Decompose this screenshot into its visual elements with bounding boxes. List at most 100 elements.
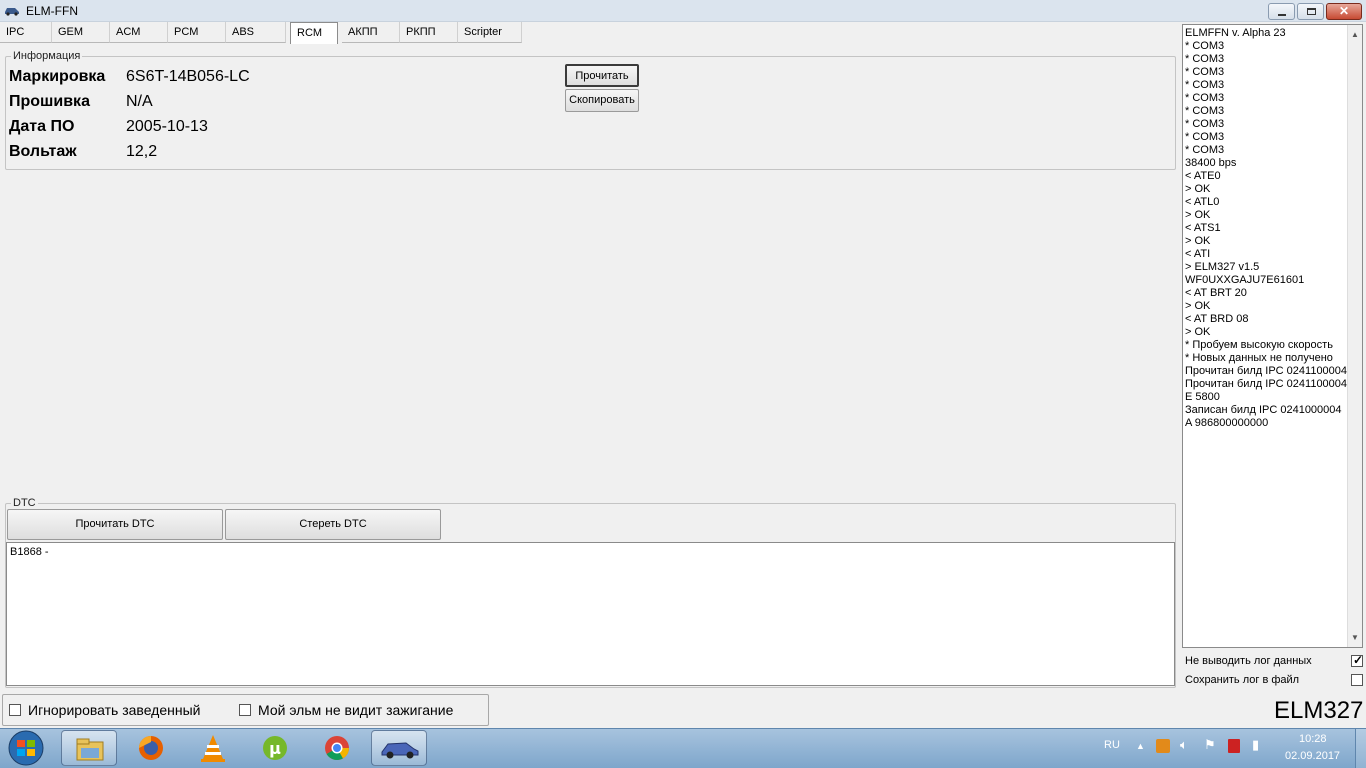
- sw-date-value: 2005-10-13: [126, 118, 208, 135]
- taskbar-firefox[interactable]: [123, 730, 179, 766]
- log-line: 38400 bps: [1185, 157, 1237, 169]
- log-line: < AT BRT 20: [1185, 287, 1247, 299]
- log-line: > OK: [1185, 326, 1211, 338]
- log-textarea[interactable]: ELMFFN v. Alpha 23 * COM3 * COM3 * COM3 …: [1182, 24, 1363, 648]
- tab-rcm[interactable]: RCM: [290, 22, 338, 44]
- log-line: * COM3: [1185, 79, 1225, 91]
- log-line: * COM3: [1185, 131, 1225, 143]
- network-icon[interactable]: ▮: [1252, 737, 1259, 753]
- log-line: Записан билд IPC 0241000004: [1185, 404, 1342, 416]
- clock-time[interactable]: 10:28: [1299, 733, 1327, 745]
- copy-button[interactable]: Скопировать: [565, 89, 639, 112]
- tab-abs[interactable]: ABS: [226, 22, 286, 43]
- tray-expand-icon[interactable]: ▲: [1136, 741, 1145, 751]
- log-line: * Пробуем высокую скорость: [1185, 339, 1333, 351]
- marking-label: Маркировка: [9, 68, 106, 85]
- adapter-label: ELM327: [1274, 697, 1364, 724]
- clear-dtc-button[interactable]: Стереть DTC: [225, 509, 441, 540]
- no-log-label: Не выводить лог данных: [1185, 655, 1312, 667]
- taskbar-chrome[interactable]: [309, 730, 365, 766]
- log-scrollbar[interactable]: ▲ ▼: [1347, 25, 1362, 647]
- save-log-checkbox[interactable]: [1351, 674, 1363, 686]
- tab-rkpp[interactable]: РКПП: [400, 22, 458, 43]
- clock-date[interactable]: 02.09.2017: [1285, 750, 1340, 762]
- minimize-button[interactable]: [1268, 3, 1295, 20]
- title-bar: [0, 0, 1366, 22]
- log-line: A 986800000000: [1185, 417, 1269, 429]
- close-button[interactable]: ✕: [1326, 3, 1362, 20]
- log-line: < ATI: [1185, 248, 1211, 260]
- ignore-running-checkbox[interactable]: [9, 704, 21, 716]
- tab-scripter[interactable]: Scripter: [458, 22, 522, 43]
- minimize-icon: [1278, 14, 1286, 16]
- log-line: * COM3: [1185, 105, 1225, 117]
- tab-pcm[interactable]: PCM: [168, 22, 226, 43]
- dtc-text: B1868 -: [10, 546, 49, 558]
- tray-red-icon[interactable]: [1228, 739, 1240, 753]
- log-line: > OK: [1185, 235, 1211, 247]
- show-desktop-button[interactable]: [1355, 729, 1366, 768]
- scroll-down-icon[interactable]: ▼: [1351, 633, 1359, 642]
- taskbar-explorer[interactable]: [61, 730, 117, 766]
- dtc-textarea[interactable]: B1868 -: [6, 542, 1175, 686]
- voltage-label: Вольтаж: [9, 143, 77, 160]
- voltage-value: 12,2: [126, 143, 158, 160]
- tab-acm[interactable]: ACM: [110, 22, 168, 43]
- explorer-icon: [76, 738, 104, 761]
- no-ignition-label: Мой эльм не видит зажигание: [258, 702, 454, 718]
- log-line: * COM3: [1185, 92, 1225, 104]
- log-line: E 5800: [1185, 391, 1220, 403]
- checkmark-icon: ✓: [1353, 653, 1364, 667]
- volume-icon[interactable]: 🔈︎: [1180, 737, 1188, 753]
- log-line: > OK: [1185, 183, 1211, 195]
- firefox-icon: [139, 736, 163, 760]
- dtc-legend: DTC: [11, 497, 38, 509]
- log-line: > OK: [1185, 300, 1211, 312]
- info-legend: Информация: [11, 50, 83, 62]
- log-line: Прочитан билд IPC 0241100004: [1185, 378, 1348, 390]
- window-title: ELM-FFN: [26, 4, 78, 18]
- log-line: * COM3: [1185, 53, 1225, 65]
- log-line: WF0UXXGAJU7E61601: [1185, 274, 1305, 286]
- read-button[interactable]: Прочитать: [565, 64, 639, 87]
- log-line: * COM3: [1185, 40, 1225, 52]
- taskbar-utorrent[interactable]: µ: [247, 730, 303, 766]
- no-ignition-checkbox[interactable]: [239, 704, 251, 716]
- utorrent-icon: µ: [263, 736, 287, 760]
- log-line: Прочитан билд IPC 0241100004: [1185, 365, 1348, 377]
- taskbar-vlc[interactable]: [185, 730, 241, 766]
- log-line: < ATL0: [1185, 196, 1220, 208]
- read-dtc-button[interactable]: Прочитать DTC: [7, 509, 223, 540]
- elm-ffn-car-icon: [381, 742, 419, 759]
- tray-app-icon[interactable]: [1156, 739, 1170, 753]
- svg-text:µ: µ: [269, 739, 281, 758]
- log-line: < ATS1: [1185, 222, 1221, 234]
- tab-akpp[interactable]: АКПП: [342, 22, 400, 43]
- log-line: * COM3: [1185, 118, 1225, 130]
- taskbar-elm-ffn[interactable]: [371, 730, 427, 766]
- log-line: > OK: [1185, 209, 1211, 221]
- car-app-icon: [5, 8, 19, 16]
- log-line: * COM3: [1185, 66, 1225, 78]
- language-indicator[interactable]: RU: [1104, 739, 1120, 751]
- firmware-value: N/A: [126, 93, 153, 110]
- vlc-icon: [201, 735, 225, 762]
- close-icon: ✕: [1338, 4, 1350, 18]
- marking-value: 6S6T-14B056-LC: [126, 68, 250, 85]
- sw-date-label: Дата ПО: [9, 118, 75, 135]
- action-center-flag-icon[interactable]: ⚑: [1204, 737, 1216, 753]
- log-line: ELMFFN v. Alpha 23: [1185, 27, 1286, 39]
- scroll-up-icon[interactable]: ▲: [1351, 30, 1359, 39]
- start-icon[interactable]: [6, 729, 46, 767]
- log-line: < ATE0: [1185, 170, 1221, 182]
- save-log-label: Сохранить лог в файл: [1185, 674, 1300, 686]
- tab-ipc[interactable]: IPC: [0, 22, 52, 43]
- tab-gem[interactable]: GEM: [52, 22, 110, 43]
- chrome-icon: [325, 736, 349, 761]
- restore-icon: [1307, 8, 1316, 15]
- log-line: > ELM327 v1.5: [1185, 261, 1260, 273]
- log-line: * COM3: [1185, 144, 1225, 156]
- no-log-checkbox[interactable]: ✓: [1351, 653, 1364, 667]
- log-lines: ELMFFN v. Alpha 23 * COM3 * COM3 * COM3 …: [1185, 27, 1347, 430]
- restore-button[interactable]: [1297, 3, 1324, 20]
